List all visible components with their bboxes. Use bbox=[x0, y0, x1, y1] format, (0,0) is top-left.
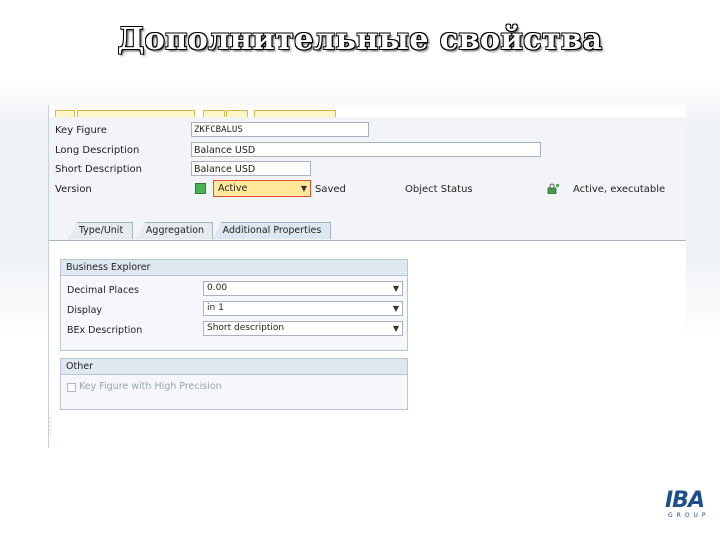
key-figure-field[interactable]: ZKFCBALUS bbox=[191, 122, 369, 137]
decimal-places-value: 0.00 bbox=[207, 283, 228, 293]
object-status-value: Active, executable bbox=[573, 184, 666, 195]
sap-screen: Key Figure ZKFCBALUS Long Description Ba… bbox=[48, 105, 686, 448]
version-value: Active bbox=[218, 183, 248, 194]
tab-strip: Type/Unit Aggregation Additional Propert… bbox=[49, 220, 686, 241]
display-select[interactable]: in 1 ▼ bbox=[203, 301, 403, 316]
version-select[interactable]: Active ▼ bbox=[213, 180, 311, 197]
tab-aggregation[interactable]: Aggregation bbox=[137, 222, 213, 239]
long-description-label: Long Description bbox=[55, 145, 140, 156]
decimal-places-label: Decimal Places bbox=[67, 285, 139, 296]
version-label: Version bbox=[55, 184, 92, 195]
decimal-places-select[interactable]: 0.00 ▼ bbox=[203, 281, 403, 296]
short-description-label: Short Description bbox=[55, 164, 142, 175]
scroll-grip[interactable]: · · · · · bbox=[49, 415, 52, 439]
high-precision-label: Key Figure with High Precision bbox=[79, 381, 222, 392]
chevron-down-icon: ▼ bbox=[392, 304, 399, 313]
short-description-field[interactable]: Balance USD bbox=[191, 161, 311, 176]
object-status-label: Object Status bbox=[405, 184, 473, 195]
chevron-down-icon: ▼ bbox=[392, 324, 399, 333]
tab-type-unit[interactable]: Type/Unit bbox=[69, 222, 133, 239]
slide-title: Дополнительные свойства bbox=[117, 22, 603, 57]
tab-content: Business Explorer Decimal Places 0.00 ▼ … bbox=[49, 241, 686, 448]
long-description-field[interactable]: Balance USD bbox=[191, 142, 541, 157]
bex-description-select[interactable]: Short description ▼ bbox=[203, 321, 403, 336]
logo-main-text: IBA bbox=[665, 488, 705, 513]
chevron-down-icon: ▼ bbox=[300, 184, 307, 193]
toolbar bbox=[49, 105, 686, 119]
high-precision-checkbox[interactable] bbox=[67, 383, 76, 392]
display-value: in 1 bbox=[207, 303, 224, 313]
business-explorer-group: Business Explorer Decimal Places 0.00 ▼ … bbox=[60, 259, 408, 351]
tab-additional-properties[interactable]: Additional Properties bbox=[213, 222, 331, 239]
bex-description-value: Short description bbox=[207, 323, 285, 333]
other-group: Other Key Figure with High Precision bbox=[60, 358, 408, 410]
logo-sub-text: GROUP bbox=[668, 512, 710, 519]
other-title: Other bbox=[61, 359, 407, 375]
iba-group-logo: IBA GROUP bbox=[665, 490, 715, 528]
object-status-icon bbox=[547, 183, 559, 194]
bex-description-label: BEx Description bbox=[67, 325, 143, 336]
saved-text: Saved bbox=[315, 184, 346, 195]
header-area: Key Figure ZKFCBALUS Long Description Ba… bbox=[49, 117, 686, 237]
display-label: Display bbox=[67, 305, 103, 316]
chevron-down-icon: ▼ bbox=[392, 284, 399, 293]
version-status-icon bbox=[195, 183, 206, 194]
business-explorer-title: Business Explorer bbox=[61, 260, 407, 276]
key-figure-label: Key Figure bbox=[55, 125, 107, 136]
